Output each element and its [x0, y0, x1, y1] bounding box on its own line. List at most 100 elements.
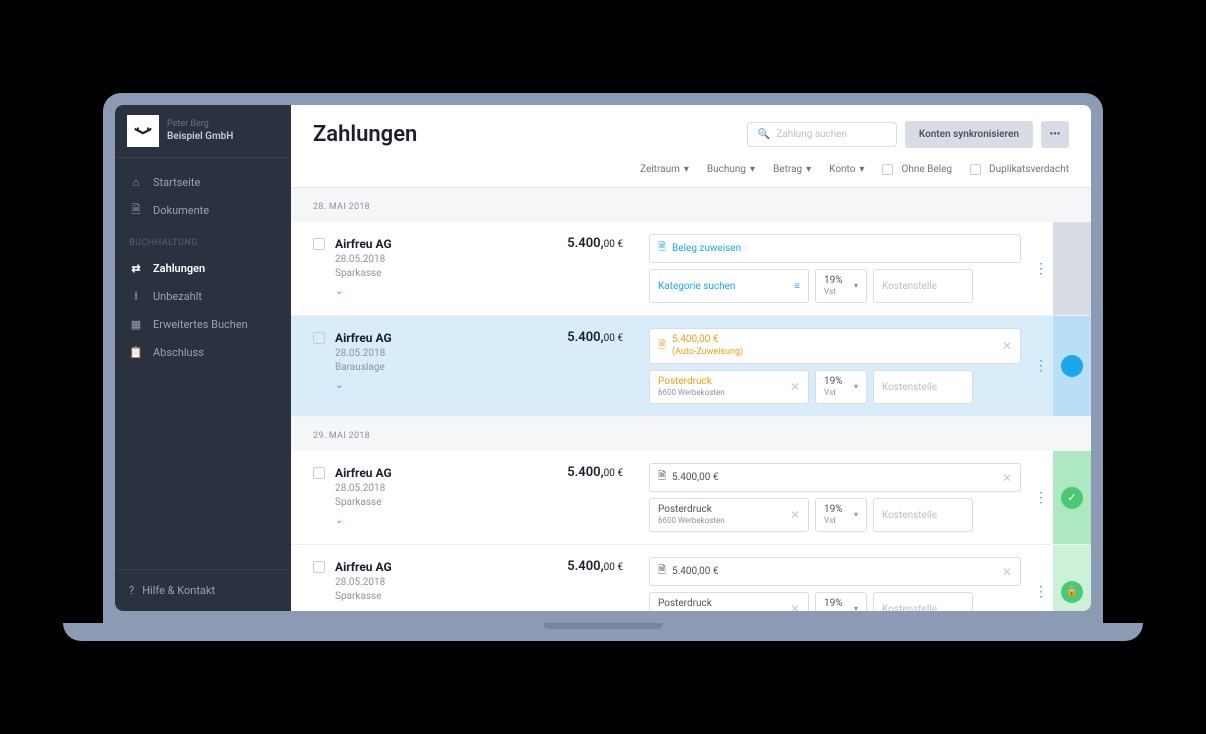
payment-date: 28.05.2018: [335, 482, 392, 496]
nav-payments[interactable]: ⇄Zahlungen: [115, 254, 291, 282]
cost-center-field[interactable]: Kostenstelle: [873, 592, 973, 611]
row-checkbox[interactable]: [313, 561, 325, 573]
assign-receipt-field[interactable]: 🗎 5.400,00 € ✕: [649, 557, 1021, 586]
filter-amount[interactable]: Betrag ▾: [773, 164, 811, 175]
clear-icon[interactable]: ✕: [1002, 471, 1012, 485]
payment-amount: 5.400,00 €: [521, 545, 641, 611]
vat-field[interactable]: 19%Vst▾: [815, 269, 867, 303]
chevron-down-icon: ▾: [750, 164, 755, 175]
download-icon: ⭳: [129, 289, 143, 303]
payment-row: Airfreu AG 28.05.2018 Sparkasse ⌄ 5.400,…: [291, 222, 1091, 316]
payment-date: 28.05.2018: [335, 347, 392, 361]
payment-company: Airfreu AG: [335, 236, 392, 253]
expand-toggle[interactable]: ⌄: [335, 514, 392, 528]
clear-icon[interactable]: ✕: [1002, 339, 1012, 353]
checkbox-icon: [970, 164, 981, 175]
sync-accounts-button[interactable]: Konten synkronisieren: [905, 121, 1033, 148]
payment-bank: Sparkasse: [335, 496, 392, 510]
expand-toggle[interactable]: ⌄: [335, 379, 392, 393]
payment-row: Airfreu AG 28.05.2018 Sparkasse ⌄ 5.400,…: [291, 545, 1091, 611]
clear-icon[interactable]: ✕: [790, 602, 800, 611]
status-indicator: 🔒: [1053, 545, 1091, 611]
nav-unpaid[interactable]: ⭳Unbezahlt: [115, 282, 291, 310]
row-actions-menu[interactable]: ⋮: [1029, 316, 1053, 416]
filter-account[interactable]: Konto ▾: [829, 164, 864, 175]
clear-icon[interactable]: ✕: [790, 380, 800, 394]
row-actions-menu[interactable]: ⋮: [1029, 222, 1053, 315]
payment-date: 28.05.2018: [335, 576, 392, 590]
nav-home[interactable]: ⌂Startseite: [115, 168, 291, 196]
cost-center-field[interactable]: Kostenstelle: [873, 269, 973, 303]
nav-help[interactable]: ?Hilfe & Kontakt: [115, 569, 291, 611]
home-icon: ⌂: [129, 175, 143, 189]
payment-bank: Sparkasse: [335, 267, 392, 281]
more-menu-button[interactable]: •••: [1041, 121, 1069, 148]
document-icon: 🗎: [129, 203, 143, 217]
document-icon: 🗎: [658, 469, 666, 486]
document-icon: 🗎: [658, 338, 666, 355]
date-group-header: 29. MAI 2018: [291, 417, 1091, 451]
row-actions-menu[interactable]: ⋮: [1029, 545, 1053, 611]
payment-company: Airfreu AG: [335, 465, 392, 482]
sidebar: Peter Berg Beispiel GmbH ⌂Startseite 🗎Do…: [115, 105, 291, 611]
filter-period[interactable]: Zeitraum ▾: [640, 164, 689, 175]
chevron-down-icon: ▾: [854, 383, 858, 392]
status-circle-locked: 🔒: [1061, 581, 1083, 603]
assign-receipt-field[interactable]: 🗎 Beleg zuweisen: [649, 234, 1021, 263]
category-field[interactable]: Posterdruck6600 Werbekosten ✕: [649, 498, 809, 532]
row-checkbox[interactable]: [313, 332, 325, 344]
status-indicator: ✓: [1053, 451, 1091, 544]
nav-closing[interactable]: 📋Abschluss: [115, 338, 291, 366]
assign-receipt-field[interactable]: 🗎 5.400,00 €(Auto-Zuweisung) ✕: [649, 328, 1021, 364]
payment-row: Airfreu AG 28.05.2018 Barauslage ⌄ 5.400…: [291, 316, 1091, 417]
expand-toggle[interactable]: ⌄: [335, 608, 392, 611]
user-name: Peter Berg: [167, 119, 233, 131]
main-content: Zahlungen 🔍 Zahlung suchen Konten synkro…: [291, 105, 1091, 611]
nav-extended-booking[interactable]: ▦Erweitertes Buchen: [115, 310, 291, 338]
list-icon: ≡: [794, 281, 800, 292]
chevron-down-icon: ▾: [684, 164, 689, 175]
category-field[interactable]: Posterdruck6600 Werbekosten ✕: [649, 592, 809, 611]
vat-field[interactable]: 19%Vst▾: [815, 592, 867, 611]
company-name[interactable]: Beispiel GmbH: [167, 130, 233, 143]
status-indicator: [1053, 316, 1091, 416]
filter-duplicate[interactable]: Duplikatsverdacht: [970, 164, 1069, 175]
help-icon: ?: [129, 584, 134, 597]
payment-row: Airfreu AG 28.05.2018 Sparkasse ⌄ 5.400,…: [291, 451, 1091, 545]
filter-booking[interactable]: Buchung ▾: [707, 164, 755, 175]
nav-documents[interactable]: 🗎Dokumente: [115, 196, 291, 224]
chevron-down-icon: ▾: [859, 164, 864, 175]
category-field[interactable]: Kategorie suchen ≡: [649, 269, 809, 303]
document-icon: 🗎: [658, 563, 666, 580]
row-checkbox[interactable]: [313, 238, 325, 250]
clipboard-icon: 📋: [129, 345, 143, 359]
vat-field[interactable]: 19%Vst▾: [815, 370, 867, 404]
row-checkbox[interactable]: [313, 467, 325, 479]
checkbox-icon: [882, 164, 893, 175]
payment-bank: Barauslage: [335, 361, 392, 375]
vat-field[interactable]: 19%Vst▾: [815, 498, 867, 532]
cost-center-field[interactable]: Kostenstelle: [873, 498, 973, 532]
search-icon: 🔍: [758, 129, 770, 140]
status-circle-pending: [1061, 355, 1083, 377]
expand-toggle[interactable]: ⌄: [335, 285, 392, 299]
cost-center-field[interactable]: Kostenstelle: [873, 370, 973, 404]
category-field[interactable]: Posterdruck6600 Werbekosten ✕: [649, 370, 809, 404]
clear-icon[interactable]: ✕: [1002, 565, 1012, 579]
payment-amount: 5.400,00 €: [521, 451, 641, 544]
row-actions-menu[interactable]: ⋮: [1029, 451, 1053, 544]
logo: [127, 115, 159, 147]
payment-amount: 5.400,00 €: [521, 222, 641, 315]
chevron-down-icon: ▾: [854, 511, 858, 520]
payments-list: 28. MAI 2018 Airfreu AG 28.05.2018 Spark…: [291, 188, 1091, 611]
filter-no-receipt[interactable]: Ohne Beleg: [882, 164, 952, 175]
clear-icon[interactable]: ✕: [790, 508, 800, 522]
status-circle-empty: [1061, 258, 1083, 280]
search-input[interactable]: 🔍 Zahlung suchen: [747, 122, 897, 147]
nav-section-accounting: BUCHHALTUNG: [115, 224, 291, 254]
page-title: Zahlungen: [313, 122, 417, 147]
payment-date: 28.05.2018: [335, 253, 392, 267]
table-icon: ▦: [129, 317, 143, 331]
payment-company: Airfreu AG: [335, 559, 392, 576]
assign-receipt-field[interactable]: 🗎 5.400,00 € ✕: [649, 463, 1021, 492]
